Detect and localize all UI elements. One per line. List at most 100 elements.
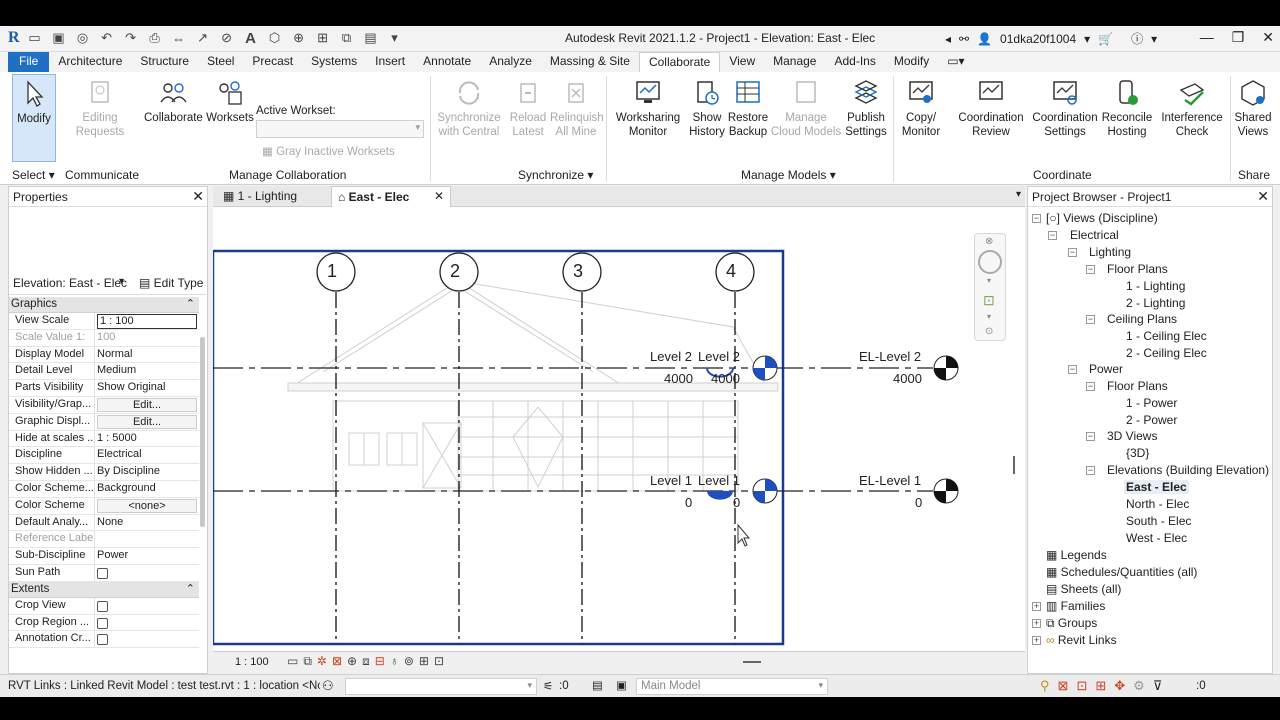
filter-icon[interactable]: ⊽ xyxy=(1153,678,1163,694)
worksharing-monitor-button[interactable]: Worksharing Monitor xyxy=(614,78,682,139)
prop-show-hidden[interactable]: Show Hidden ... By Discipline xyxy=(9,464,199,481)
tree-3d-views[interactable]: 3D Views xyxy=(1107,429,1157,443)
tree-revit-links[interactable]: ∞ Revit Links xyxy=(1046,633,1117,647)
select-by-face-icon[interactable]: ⊞ xyxy=(1095,678,1106,694)
prop-value[interactable]: Background xyxy=(95,481,199,497)
active-workset-dropdown[interactable]: ▾ xyxy=(256,120,424,138)
expand-toggle[interactable]: + xyxy=(1032,619,1041,628)
edit-type-button[interactable]: ▤ Edit Type xyxy=(139,273,203,290)
el-level-1-label[interactable]: EL-Level 1 xyxy=(859,473,921,488)
tab-add-ins[interactable]: Add-Ins xyxy=(825,52,884,72)
grid-bubbles[interactable] xyxy=(316,252,755,292)
show-history-button[interactable]: Show History xyxy=(686,78,728,139)
close-icon[interactable]: ✕ xyxy=(1257,188,1269,205)
tab-modify[interactable]: Modify xyxy=(885,52,938,72)
tree-legends[interactable]: ▦ Legends xyxy=(1046,548,1107,562)
chevron-left-icon[interactable]: ◂ xyxy=(945,32,951,46)
interference-check-button[interactable]: Interference Check xyxy=(1156,78,1228,139)
prop-value[interactable]: Power xyxy=(95,548,199,564)
restore-icon[interactable]: ❐ xyxy=(1232,29,1245,46)
redo-icon[interactable]: ↷ xyxy=(122,29,140,47)
collapse-toggle[interactable]: − xyxy=(1086,265,1095,274)
relinquish-all-mine-button[interactable]: Relinquish All Mine xyxy=(550,78,604,139)
el-level-2-label[interactable]: EL-Level 2 xyxy=(859,349,921,364)
tree-1-power[interactable]: 1 - Power xyxy=(1126,396,1177,410)
annotation-crop-checkbox[interactable] xyxy=(97,634,108,646)
publish-settings-button[interactable]: Publish Settings xyxy=(843,78,889,139)
group-graphics[interactable]: Graphics ⌃ xyxy=(9,297,199,313)
tab-manage[interactable]: Manage xyxy=(764,52,825,72)
design-options-icon[interactable]: ▤ xyxy=(592,678,603,692)
cart-icon[interactable]: 🛒 xyxy=(1098,32,1113,46)
tree-north-elec[interactable]: North - Elec xyxy=(1126,497,1189,511)
prop-graphic-display[interactable]: Graphic Displ... Edit... xyxy=(9,413,199,431)
close-icon[interactable]: ✕ xyxy=(192,188,204,205)
coordination-settings-button[interactable]: Coordination Settings xyxy=(1030,78,1100,139)
tree-3d[interactable]: {3D} xyxy=(1126,446,1149,460)
group-extents[interactable]: Extents ⌃ xyxy=(9,581,199,598)
tree-power[interactable]: Power xyxy=(1089,362,1123,376)
visual-style-icon[interactable]: ⧉ xyxy=(303,654,312,669)
collapse-toggle[interactable]: − xyxy=(1068,365,1077,374)
help-icon[interactable]: ⓘ xyxy=(1131,30,1143,47)
prop-value[interactable]: Show Original xyxy=(95,380,199,396)
design-option-icon[interactable]: ▣ xyxy=(616,678,627,692)
collapse-toggle[interactable]: − xyxy=(1086,466,1095,475)
undo-icon[interactable]: ↶ xyxy=(98,29,116,47)
close-icon[interactable]: ✕ xyxy=(434,189,444,203)
close-icon[interactable]: ✕ xyxy=(1262,29,1274,46)
tree-sheets[interactable]: ▤ Sheets (all) xyxy=(1046,582,1121,596)
prop-value[interactable]: Normal xyxy=(95,347,199,363)
tree-groups[interactable]: ⧉ Groups xyxy=(1046,616,1097,631)
tree-families[interactable]: ▥ Families xyxy=(1046,599,1105,613)
analytical-model-icon[interactable]: ⊡ xyxy=(434,654,444,669)
crop-region[interactable] xyxy=(213,249,785,646)
binoculars-icon[interactable]: ⚯ xyxy=(959,32,969,46)
reconcile-hosting-button[interactable]: Reconcile Hosting xyxy=(1100,78,1154,139)
tree-schedules[interactable]: ▦ Schedules/Quantities (all) xyxy=(1046,565,1197,579)
steering-wheel-icon[interactable] xyxy=(978,250,1002,274)
tree-electrical[interactable]: Electrical xyxy=(1070,228,1119,242)
tab-view[interactable]: View xyxy=(720,52,764,72)
tab-1-lighting[interactable]: ▦ 1 - Lighting xyxy=(217,186,303,207)
sync-icon[interactable]: ◎ xyxy=(74,29,92,47)
color-scheme-button[interactable]: <none> xyxy=(97,498,197,513)
prop-value[interactable]: 1 : 5000 xyxy=(95,431,199,447)
prop-annotation-crop[interactable]: Annotation Cr... xyxy=(9,631,199,649)
chevron-down-icon[interactable]: ▾ xyxy=(1016,189,1021,200)
tab-steel[interactable]: Steel xyxy=(198,52,243,72)
view-scale-control[interactable]: 1 : 100 xyxy=(235,656,269,668)
prop-visibility-graphics[interactable]: Visibility/Grap... Edit... xyxy=(9,396,199,414)
thin-lines-icon[interactable]: ⊞ xyxy=(314,29,332,47)
tab-collaborate[interactable]: Collaborate xyxy=(638,52,721,72)
crop-region-icon[interactable]: ⊟ xyxy=(375,654,385,669)
reload-latest-button[interactable]: Reload Latest xyxy=(506,78,550,139)
expand-toggle[interactable]: + xyxy=(1032,636,1041,645)
chevron-down-icon[interactable]: ▾ xyxy=(1084,32,1090,46)
crop-view-icon[interactable]: ⧈ xyxy=(362,654,370,669)
collapse-toggle[interactable]: − xyxy=(1048,231,1057,240)
people-icon[interactable]: ⚇ xyxy=(322,678,334,694)
workset-dropdown[interactable]: ▾ xyxy=(345,678,537,695)
prop-color-scheme-location[interactable]: Color Scheme... Background xyxy=(9,480,199,498)
worksharing-display-icon[interactable]: ⊞ xyxy=(419,654,429,669)
tab-annotate[interactable]: Annotate xyxy=(414,52,480,72)
tree-elevations[interactable]: Elevations (Building Elevation) xyxy=(1107,463,1269,477)
temporary-hide-icon[interactable]: ♁ xyxy=(390,654,399,669)
tab-architecture[interactable]: Architecture xyxy=(49,52,131,72)
horizontal-scrollbar[interactable] xyxy=(743,661,761,663)
tree-1-lighting[interactable]: 1 - Lighting xyxy=(1126,279,1185,293)
switch-windows-icon[interactable]: ▤ xyxy=(362,29,380,47)
coordination-review-button[interactable]: Coordination Review xyxy=(954,78,1028,139)
shadows-icon[interactable]: ⊠ xyxy=(332,654,342,669)
editing-requests-button[interactable]: Editing Requests xyxy=(74,78,126,139)
text-icon[interactable]: A xyxy=(242,29,260,47)
copy-monitor-button[interactable]: Copy/ Monitor xyxy=(898,78,944,139)
close-hidden-icon[interactable]: ⧉ xyxy=(338,29,356,47)
tab-insert[interactable]: Insert xyxy=(366,52,414,72)
rendering-icon[interactable]: ⊕ xyxy=(347,654,357,669)
restore-backup-button[interactable]: Restore Backup xyxy=(727,78,769,139)
tab-east-elec[interactable]: ⌂ East - Elec ✕ xyxy=(331,186,451,207)
tab-file[interactable]: File xyxy=(8,52,50,72)
prop-value[interactable]: By Discipline xyxy=(95,464,199,480)
